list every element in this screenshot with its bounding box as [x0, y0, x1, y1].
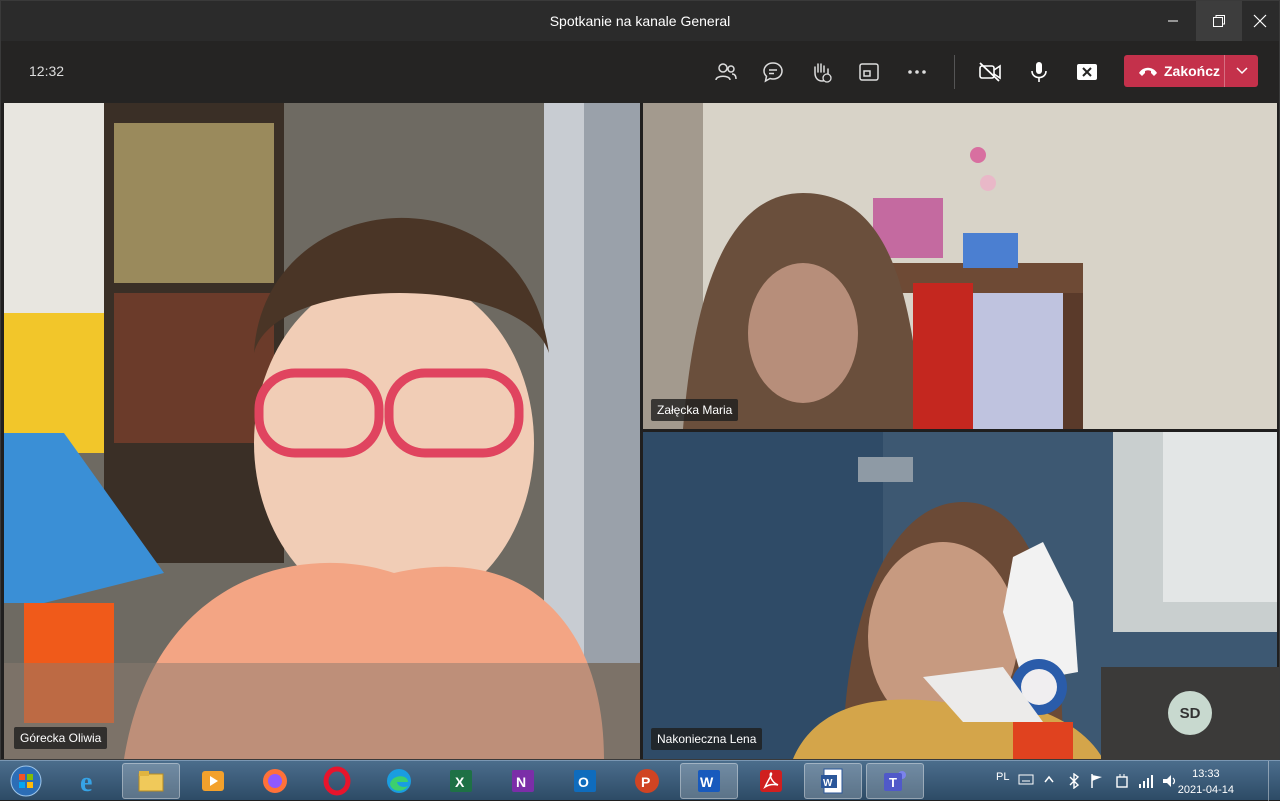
stop-sharing-button[interactable]	[1071, 56, 1103, 88]
show-conversation-button[interactable]	[757, 56, 789, 88]
participant-video	[4, 103, 640, 759]
chevron-down-icon	[1235, 67, 1248, 75]
video-tile-gorecka-oliwia[interactable]: Górecka Oliwia	[4, 103, 640, 759]
taskbar-acrobat-reader[interactable]	[742, 763, 800, 799]
svg-text:O: O	[578, 774, 589, 790]
outlook-icon: O	[574, 770, 596, 792]
title-bar: Spotkanie na kanale General	[1, 1, 1279, 41]
stop-sharing-icon	[1077, 64, 1097, 80]
opera-icon	[323, 766, 351, 796]
windows-start-orb-icon	[10, 765, 42, 797]
taskbar-opera[interactable]	[308, 763, 366, 799]
self-view-tile[interactable]: SD	[1101, 667, 1279, 759]
restore-icon	[1213, 15, 1225, 27]
participants-icon	[715, 63, 737, 81]
taskbar-word[interactable]: W	[680, 763, 738, 799]
svg-text:T: T	[889, 775, 897, 790]
folder-icon	[138, 771, 164, 792]
taskbar-teams[interactable]: T	[866, 763, 924, 799]
window-title: Spotkanie na kanale General	[549, 13, 731, 29]
svg-text:e: e	[80, 767, 92, 796]
taskbar-outlook[interactable]: O	[556, 763, 614, 799]
meeting-duration: 12:32	[29, 63, 65, 79]
clock-date: 2021-04-14	[1177, 784, 1234, 796]
keyboard-icon[interactable]	[1018, 772, 1034, 789]
chat-icon	[763, 62, 783, 83]
participant-name-label: Nakonieczna Lena	[651, 728, 763, 750]
taskbar: e X N O P W W T PL 13:33 2021-04-14	[0, 760, 1280, 801]
raise-hand-button[interactable]	[805, 56, 837, 88]
word-icon: W	[698, 770, 720, 792]
end-call-options-button[interactable]	[1224, 55, 1258, 87]
taskbar-excel[interactable]: X	[432, 763, 490, 799]
teams-icon: T	[884, 771, 906, 791]
taskbar-powerpoint[interactable]: P	[618, 763, 676, 799]
raise-hand-icon	[814, 63, 832, 83]
system-clock[interactable]: 13:33 2021-04-14	[1178, 766, 1234, 798]
open-share-tray-button[interactable]	[853, 56, 885, 88]
network-signal-icon[interactable]	[1138, 773, 1154, 792]
firefox-icon	[263, 769, 287, 793]
participant-name-label: Górecka Oliwia	[14, 727, 108, 749]
more-actions-button[interactable]	[901, 56, 933, 88]
taskbar-firefox[interactable]	[246, 763, 304, 799]
participant-name-label: Załęcka Maria	[651, 399, 739, 421]
end-call-button[interactable]: Zakończ	[1124, 55, 1224, 87]
input-language-indicator[interactable]: PL	[996, 771, 1009, 783]
show-participants-button[interactable]	[710, 56, 742, 88]
excel-icon: X	[450, 770, 472, 792]
minimize-button[interactable]	[1150, 1, 1196, 41]
hang-up-icon	[1139, 67, 1157, 76]
word-document-icon: W	[821, 768, 843, 794]
camera-off-icon	[979, 62, 1001, 82]
taskbar-internet-explorer[interactable]: e	[60, 763, 118, 799]
action-center-flag-icon[interactable]	[1090, 773, 1104, 792]
close-window-button[interactable]	[1237, 1, 1280, 41]
powerpoint-icon: P	[635, 769, 659, 793]
svg-text:W: W	[823, 778, 833, 789]
internet-explorer-icon: e	[80, 767, 92, 796]
taskbar-onenote[interactable]: N	[494, 763, 552, 799]
taskbar-word-document[interactable]: W	[804, 763, 862, 799]
edge-icon	[387, 769, 411, 793]
taskbar-edge[interactable]	[370, 763, 428, 799]
taskbar-file-explorer[interactable]	[122, 763, 180, 799]
toolbar-divider	[954, 55, 955, 89]
close-icon	[1253, 14, 1267, 28]
mute-button[interactable]	[1023, 56, 1055, 88]
chevron-up-icon	[1044, 775, 1054, 783]
svg-text:N: N	[516, 774, 526, 790]
turn-camera-on-button[interactable]	[974, 56, 1006, 88]
svg-text:P: P	[641, 774, 650, 790]
show-desktop-button[interactable]	[1268, 761, 1280, 801]
onenote-icon: N	[512, 770, 534, 792]
power-icon[interactable]	[1114, 773, 1130, 792]
svg-text:X: X	[455, 774, 465, 790]
leave-call-button[interactable]: Zakończ	[1124, 55, 1258, 87]
restore-button[interactable]	[1196, 1, 1242, 41]
mic-icon	[1031, 62, 1047, 82]
bluetooth-icon[interactable]	[1068, 772, 1080, 792]
video-tile-zalecka-maria[interactable]: Załęcka Maria	[643, 103, 1277, 429]
teams-meeting-window: Spotkanie na kanale General 12:32 Zakońc…	[0, 0, 1280, 760]
avatar: SD	[1168, 691, 1212, 735]
participant-video	[643, 103, 1277, 429]
svg-text:W: W	[700, 774, 714, 790]
end-call-label: Zakończ	[1164, 63, 1221, 79]
acrobat-reader-icon	[760, 770, 782, 792]
media-player-icon	[202, 771, 224, 791]
show-hidden-icons-button[interactable]	[1044, 774, 1054, 786]
share-tray-icon	[859, 63, 879, 81]
meeting-controls: 12:32 Zakończ	[1, 41, 1279, 103]
volume-icon[interactable]	[1162, 773, 1178, 792]
start-button[interactable]	[0, 763, 52, 799]
more-actions-icon	[908, 70, 926, 74]
minimize-icon	[1168, 20, 1178, 22]
clock-time: 13:33	[1192, 768, 1220, 780]
taskbar-media-player[interactable]	[184, 763, 242, 799]
